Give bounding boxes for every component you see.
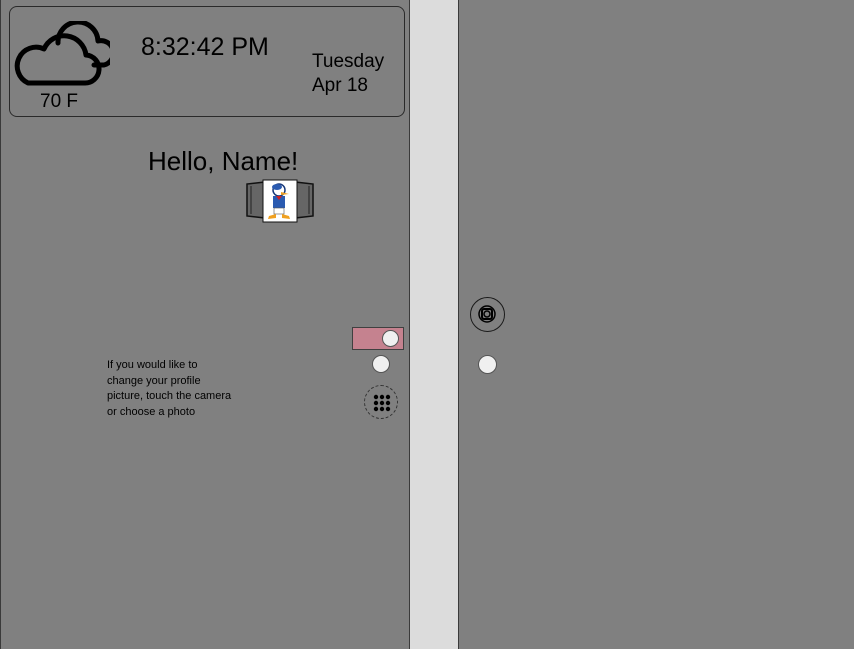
app-grid-icon (373, 394, 391, 412)
weather-widget: 70 F 8:32:42 PM Tuesday Apr 18 (9, 6, 405, 117)
photo-album-icon[interactable] (243, 178, 317, 224)
left-panel: 70 F 8:32:42 PM Tuesday Apr 18 Hello, Na… (0, 0, 410, 649)
cloud-icon (14, 21, 110, 86)
camera-button[interactable] (470, 297, 505, 332)
camera-icon (478, 305, 496, 323)
toggle-knob (382, 330, 399, 347)
profile-picture-hint: If you would like to change your profile… (107, 359, 232, 418)
toggle-switch[interactable] (352, 327, 404, 350)
screen: 70 F 8:32:42 PM Tuesday Apr 18 Hello, Na… (0, 0, 854, 649)
date-label: Apr 18 (312, 75, 368, 96)
right-panel (458, 0, 854, 649)
day-label: Tuesday (312, 51, 385, 72)
panel-divider (410, 0, 458, 649)
temperature-label: 70 F (40, 91, 79, 112)
radio-button[interactable] (478, 355, 497, 374)
radio-button[interactable] (372, 355, 390, 373)
clock-time: 8:32:42 PM (141, 33, 269, 61)
greeting-heading: Hello, Name! (148, 146, 299, 176)
app-grid-button[interactable] (364, 385, 398, 419)
